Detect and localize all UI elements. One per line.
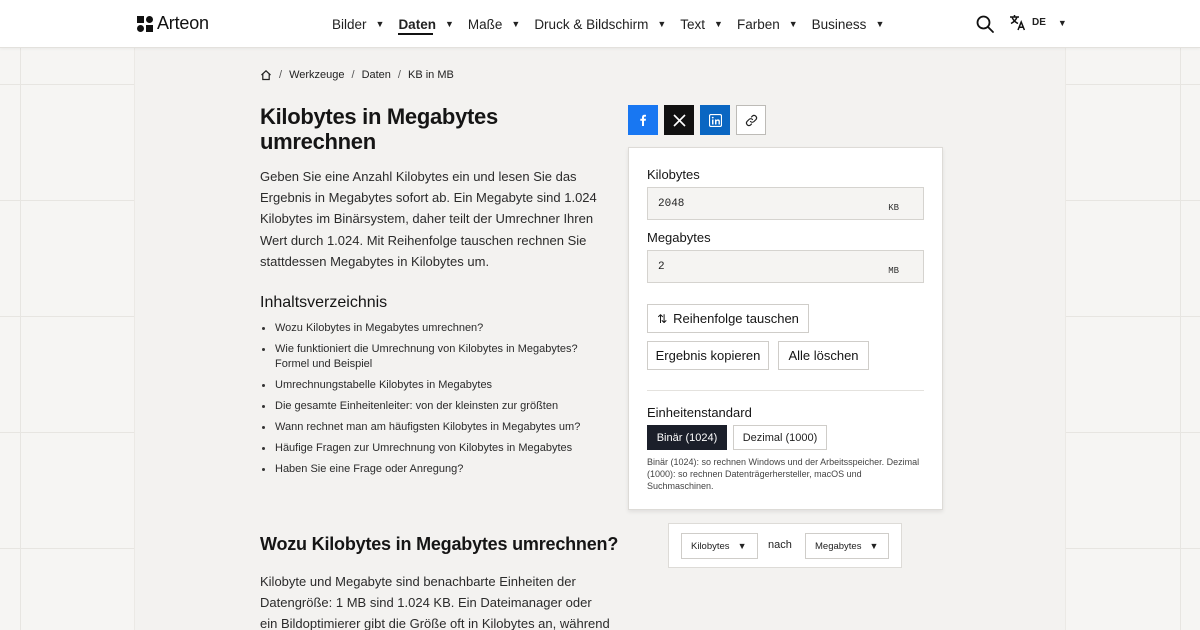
nav-item-masse[interactable]: Maße ▼: [468, 0, 520, 48]
logo-mark-icon: [137, 15, 153, 32]
breadcrumb-separator: /: [279, 69, 283, 81]
kilobytes-input[interactable]: [648, 188, 878, 219]
toc-link[interactable]: Wann rechnet man am häufigsten Kilobytes…: [260, 420, 605, 435]
nav-item-text[interactable]: Text ▼: [680, 0, 723, 48]
nav-label: Farben: [736, 16, 780, 32]
toc-link[interactable]: Haben Sie eine Frage oder Anregung?: [260, 462, 605, 477]
swap-icon: ⇅: [657, 311, 668, 326]
nav-item-daten[interactable]: Daten ▼: [398, 0, 453, 48]
binary-standard-label: Binär (1024): [656, 431, 718, 444]
swap-order-button[interactable]: ⇅ Reihenfolge tauschen: [647, 304, 809, 333]
nav-label: Bilder: [332, 16, 367, 32]
unit-selector: Kilobytes ▼ nach Megabytes ▼: [668, 523, 902, 568]
link-icon: [745, 114, 757, 126]
language-code: DE: [1032, 17, 1046, 28]
section-title: Wozu Kilobytes in Megabytes umrechnen?: [260, 534, 619, 554]
nav-label: Text: [680, 16, 706, 32]
nav-label: Daten: [398, 16, 436, 32]
toc-title: Inhaltsverzeichnis: [260, 294, 388, 311]
megabytes-input[interactable]: [648, 251, 878, 282]
language-selector[interactable]: DE ▼: [1009, 14, 1067, 31]
breadcrumb-separator: /: [351, 69, 355, 81]
toc-link[interactable]: Häufige Fragen zur Umrechnung von Kiloby…: [260, 441, 605, 456]
logo-text: Arteon: [157, 13, 209, 33]
toc-link[interactable]: Wie funktioniert die Umrechnung von Kilo…: [260, 342, 605, 372]
breadcrumb-daten[interactable]: Daten: [362, 69, 391, 81]
toc-link[interactable]: Umrechnungstabelle Kilobytes in Megabyte…: [260, 378, 605, 393]
toc-link[interactable]: Die gesamte Einheitenleiter: von der kle…: [260, 399, 605, 414]
kilobytes-label: Kilobytes: [647, 167, 700, 182]
converter-panel: Kilobytes KB Megabytes MB ⇅ Reihenfolge …: [628, 147, 943, 510]
translate-icon: [1010, 15, 1026, 31]
facebook-icon: [640, 114, 646, 126]
caret-down-icon: ▼: [657, 19, 667, 29]
unit-connector: nach: [768, 539, 792, 551]
nav-item-business[interactable]: Business ▼: [812, 0, 885, 48]
copy-result-button[interactable]: Ergebnis kopieren: [647, 341, 769, 370]
caret-down-icon: ▼: [714, 19, 723, 29]
from-unit-value: Kilobytes: [691, 540, 730, 552]
caret-down-icon: ▼: [737, 541, 747, 551]
nav-label: Business: [811, 16, 867, 32]
nav-item-farben[interactable]: Farben ▼: [737, 0, 798, 48]
table-of-contents: Wozu Kilobytes in Megabytes umrechnen? W…: [260, 321, 605, 483]
page-title: Kilobytes in Megabytes umrechnen: [260, 104, 498, 154]
caret-down-icon: ▼: [875, 19, 885, 29]
nav-label: Druck & Bildschirm: [534, 16, 649, 32]
section-text: Kilobyte und Megabyte sind benachbarte E…: [260, 574, 610, 630]
share-facebook-button[interactable]: [628, 105, 658, 135]
search-icon[interactable]: [975, 14, 995, 34]
nav-label: Maße: [467, 16, 503, 32]
breadcrumb-separator: /: [397, 69, 401, 81]
decimal-standard-toggle[interactable]: Dezimal (1000): [733, 425, 827, 450]
caret-down-icon: ▼: [444, 19, 454, 29]
caret-down-icon: ▼: [869, 541, 879, 551]
binary-standard-toggle[interactable]: Binär (1024): [647, 425, 727, 450]
site-header: Arteon Bilder ▼ Daten ▼ Maße ▼ Druck & B…: [0, 0, 1200, 48]
clear-all-label: Alle löschen: [788, 348, 859, 363]
copy-link-button[interactable]: [736, 105, 766, 135]
unit-kb: KB: [888, 203, 899, 213]
toc-link[interactable]: Wozu Kilobytes in Megabytes umrechnen?: [260, 321, 605, 336]
from-unit-select[interactable]: Kilobytes ▼: [681, 533, 758, 559]
share-linkedin-button[interactable]: [700, 105, 730, 135]
nav-item-druck-bildschirm[interactable]: Druck & Bildschirm ▼: [534, 0, 666, 48]
unit-mb: MB: [888, 266, 899, 276]
share-buttons: [628, 105, 766, 135]
swap-order-label: Reihenfolge tauschen: [673, 311, 799, 326]
x-icon: [672, 113, 686, 127]
breadcrumb: / Werkzeuge / Daten / KB in MB: [260, 69, 454, 81]
caret-down-icon: ▼: [511, 19, 521, 29]
breadcrumb-werkzeuge[interactable]: Werkzeuge: [289, 69, 344, 81]
intro-text: Geben Sie eine Anzahl Kilobytes ein und …: [260, 169, 597, 269]
decimal-standard-label: Dezimal (1000): [742, 431, 818, 444]
copy-result-label: Ergebnis kopieren: [655, 348, 761, 363]
home-icon[interactable]: [260, 69, 272, 81]
megabytes-label: Megabytes: [647, 230, 711, 245]
caret-down-icon: ▼: [788, 19, 798, 29]
share-x-button[interactable]: [664, 105, 694, 135]
main-content: / Werkzeuge / Daten / KB in MB Kilobytes…: [134, 48, 1066, 630]
linkedin-icon: [708, 113, 722, 127]
kilobytes-field: KB: [647, 187, 924, 220]
divider: [647, 390, 924, 391]
main-nav: Bilder ▼ Daten ▼ Maße ▼ Druck & Bildschi…: [332, 0, 898, 48]
to-unit-value: Megabytes: [815, 540, 862, 552]
unit-standard-note: Binär (1024): so rechnen Windows und der…: [647, 457, 920, 491]
clear-all-button[interactable]: Alle löschen: [778, 341, 869, 370]
to-unit-select[interactable]: Megabytes ▼: [805, 533, 889, 559]
caret-down-icon: ▼: [1057, 17, 1067, 28]
breadcrumb-current: KB in MB: [407, 69, 454, 81]
logo[interactable]: Arteon: [137, 13, 209, 34]
caret-down-icon: ▼: [375, 19, 385, 29]
nav-item-bilder[interactable]: Bilder ▼: [332, 0, 384, 48]
megabytes-field: MB: [647, 250, 924, 283]
unit-standard-label: Einheitenstandard: [647, 405, 752, 420]
